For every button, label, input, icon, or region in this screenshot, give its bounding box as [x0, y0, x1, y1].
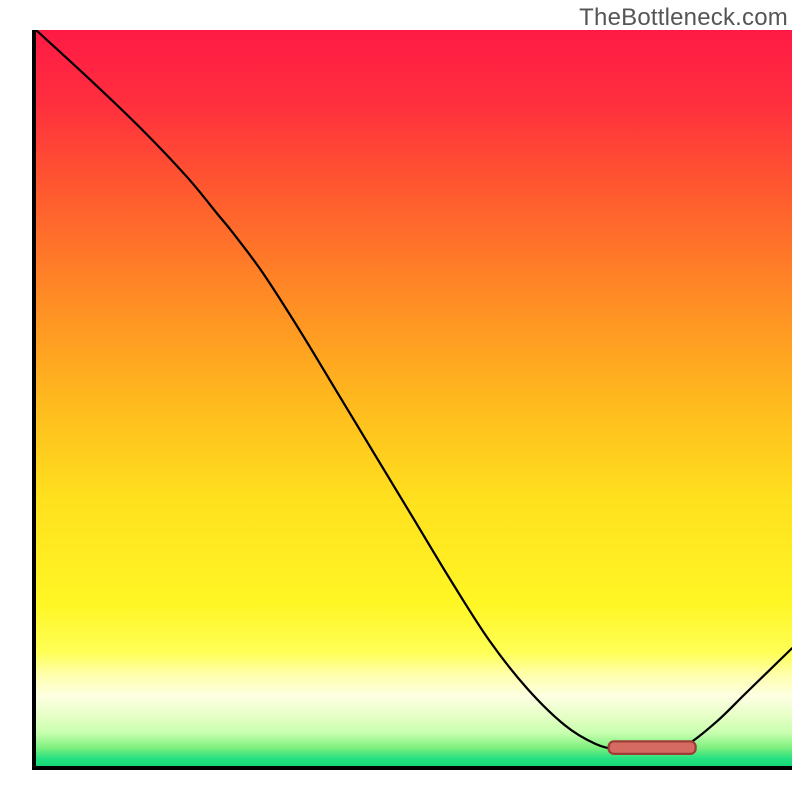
- watermark-text: TheBottleneck.com: [579, 4, 788, 32]
- chart-minimum-marker: [36, 30, 792, 766]
- chart-plot-area: [32, 30, 792, 770]
